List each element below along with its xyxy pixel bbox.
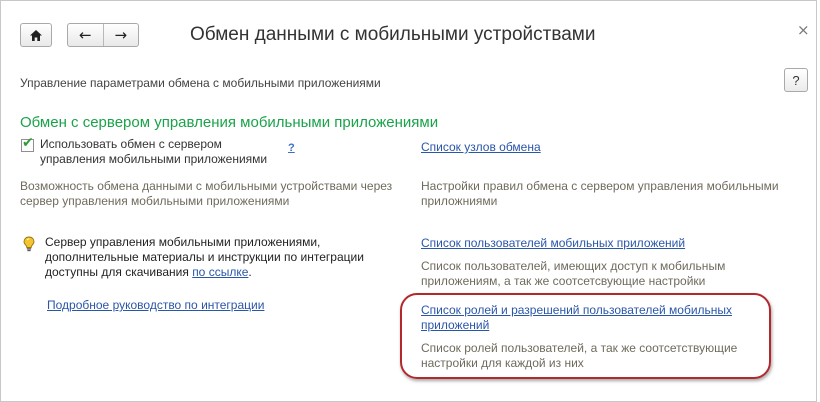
title-bar: ← → Обмен данными с мобильными устройств… <box>1 1 816 55</box>
integration-guide-link[interactable]: Подробное руководство по интеграции <box>47 298 264 313</box>
window-title: Обмен данными с мобильными устройствами <box>190 24 596 45</box>
exchange-nodes-description: Настройки правил обмена с сервером управ… <box>421 179 779 208</box>
history-nav: ← → <box>67 23 139 47</box>
mobile-users-description: Список пользователей, имеющих доступ к м… <box>421 259 726 288</box>
home-icon <box>30 29 42 41</box>
lightbulb-icon <box>23 236 35 252</box>
integration-info-suffix: . <box>248 265 252 279</box>
section-title: Обмен с сервером управления мобильными п… <box>20 114 439 131</box>
exchange-description: Возможность обмена данными с мобильными … <box>20 179 393 208</box>
help-button[interactable]: ? <box>784 68 808 92</box>
roles-permissions-link[interactable]: Список ролей и разрешений пользователей … <box>421 303 766 333</box>
forward-arrow-icon: → <box>114 26 128 44</box>
roles-permissions-description: Список ролей пользователей, а так же соо… <box>421 341 738 370</box>
use-exchange-checkbox[interactable]: ✔ <box>21 135 34 152</box>
exchange-window: ← → Обмен данными с мобильными устройств… <box>0 0 817 402</box>
forward-button[interactable]: → <box>102 24 139 46</box>
close-icon: × <box>797 21 810 39</box>
use-exchange-label[interactable]: Использовать обмен с сервером управления… <box>40 137 290 167</box>
back-button[interactable]: ← <box>68 24 103 46</box>
form-subtitle: Управление параметрами обмена с мобильны… <box>20 76 381 90</box>
exchange-help-link[interactable]: ? <box>288 142 295 154</box>
back-arrow-icon: ← <box>78 26 92 44</box>
close-button[interactable]: × <box>797 21 810 39</box>
home-button[interactable] <box>20 23 52 47</box>
checkmark-icon: ✔ <box>22 135 34 151</box>
integration-info: Сервер управления мобильными приложениям… <box>45 235 385 280</box>
download-link[interactable]: по ссылке <box>192 265 248 279</box>
exchange-nodes-link[interactable]: Список узлов обмена <box>421 140 541 155</box>
mobile-users-link[interactable]: Список пользователей мобильных приложени… <box>421 236 685 251</box>
